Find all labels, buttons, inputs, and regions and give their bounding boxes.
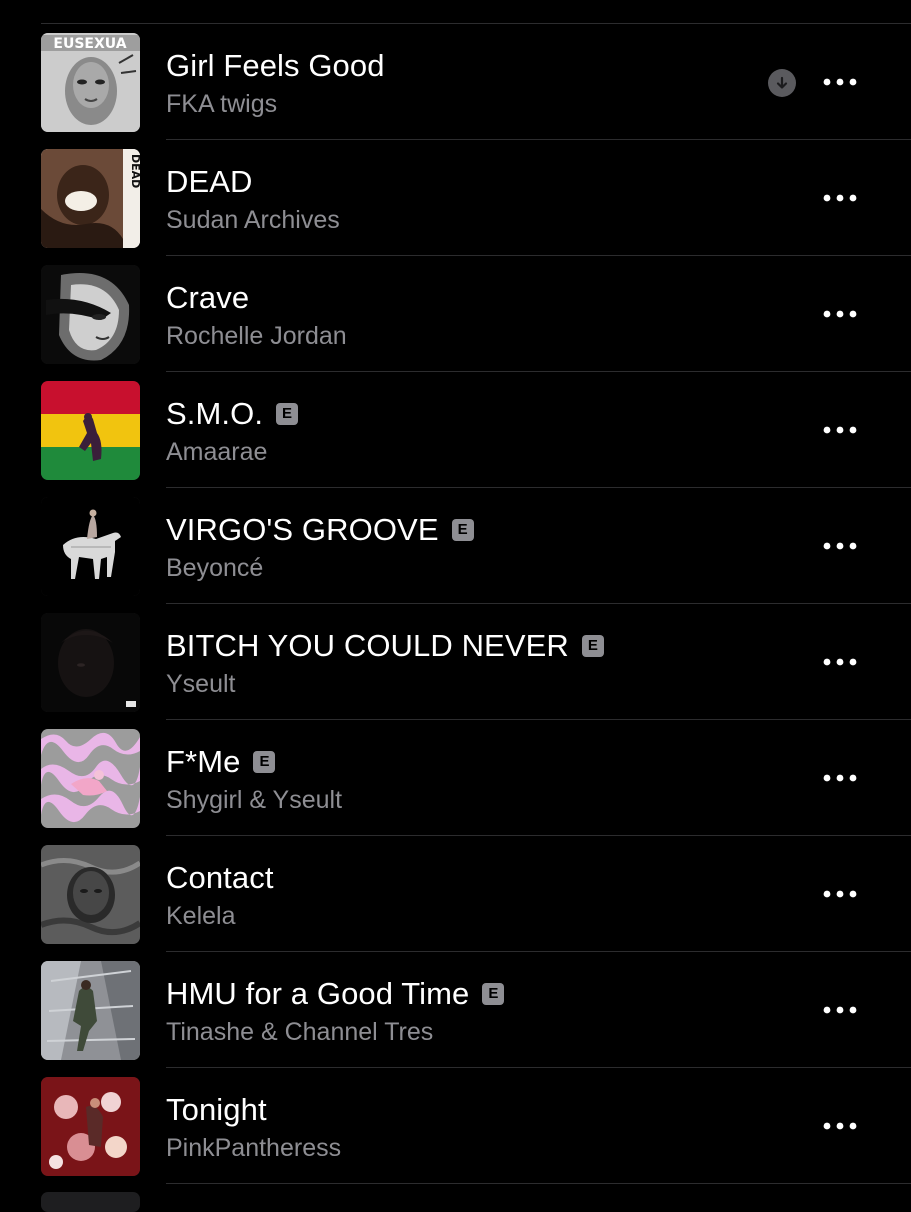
album-artwork xyxy=(41,381,140,480)
track-row[interactable]: Contact Kelela xyxy=(0,836,911,952)
track-row[interactable]: F*Me E Shygirl & Yseult xyxy=(0,720,911,836)
track-artist: Tinashe & Channel Tres xyxy=(166,1018,434,1046)
ellipsis-icon xyxy=(823,542,857,550)
track-title: DEAD xyxy=(166,164,253,199)
ellipsis-icon xyxy=(823,194,857,202)
artwork-logo-text: EUSEXUA xyxy=(53,36,126,52)
title-line: Crave xyxy=(166,280,249,316)
track-row[interactable]: Tonight PinkPantheress xyxy=(0,1068,911,1184)
track-row[interactable]: DEAD DEAD Sudan Archives xyxy=(0,140,911,256)
explicit-badge: E xyxy=(451,519,474,541)
more-options-button[interactable] xyxy=(818,642,862,682)
track-artist: Yseult xyxy=(166,670,236,698)
explicit-badge: E xyxy=(253,751,276,773)
explicit-badge: E xyxy=(482,983,505,1005)
title-line: Contact xyxy=(166,860,274,896)
track-row[interactable]: Crave Rochelle Jordan xyxy=(0,256,911,372)
album-artwork xyxy=(41,845,140,944)
more-options-button[interactable] xyxy=(818,410,862,450)
more-options-button[interactable] xyxy=(818,294,862,334)
track-artist: Rochelle Jordan xyxy=(166,322,347,350)
track-artist: Sudan Archives xyxy=(166,206,340,234)
more-options-button[interactable] xyxy=(818,62,862,102)
ellipsis-icon xyxy=(823,1122,857,1130)
album-artwork xyxy=(41,961,140,1060)
album-artwork xyxy=(41,613,140,712)
track-artist: Shygirl & Yseult xyxy=(166,786,343,814)
track-list: EUSEXUA Girl Feels Good FKA twigs DEAD D… xyxy=(0,24,911,1184)
album-artwork xyxy=(41,1077,140,1176)
track-title: Girl Feels Good xyxy=(166,48,385,83)
downloaded-arrow-icon xyxy=(768,69,796,97)
track-row[interactable]: S.M.O. E Amaarae xyxy=(0,372,911,488)
more-options-button[interactable] xyxy=(818,874,862,914)
more-options-button[interactable] xyxy=(818,178,862,218)
track-title: Tonight xyxy=(166,1092,267,1127)
album-artwork: EUSEXUA xyxy=(41,33,140,132)
more-options-button[interactable] xyxy=(818,990,862,1030)
track-title: Crave xyxy=(166,280,250,315)
track-artist: Amaarae xyxy=(166,438,268,466)
title-line: Tonight xyxy=(166,1092,267,1128)
ellipsis-icon xyxy=(823,426,857,434)
title-line: HMU for a Good Time E xyxy=(166,976,505,1012)
artwork-logo-text: DEAD xyxy=(129,154,140,188)
album-artwork xyxy=(41,265,140,364)
title-line: S.M.O. E xyxy=(166,396,299,432)
album-artwork xyxy=(41,729,140,828)
ellipsis-icon xyxy=(823,1006,857,1014)
title-line: F*Me E xyxy=(166,744,276,780)
track-row[interactable]: EUSEXUA Girl Feels Good FKA twigs xyxy=(0,24,911,140)
album-artwork xyxy=(41,497,140,596)
explicit-badge: E xyxy=(276,403,299,425)
ellipsis-icon xyxy=(823,658,857,666)
track-row[interactable]: VIRGO'S GROOVE E Beyoncé xyxy=(0,488,911,604)
track-title: Contact xyxy=(166,860,274,895)
title-line: VIRGO'S GROOVE E xyxy=(166,512,474,548)
title-line: Girl Feels Good xyxy=(166,48,385,84)
row-divider xyxy=(166,1183,911,1184)
title-line: BITCH YOU COULD NEVER E xyxy=(166,628,604,664)
track-artist: PinkPantheress xyxy=(166,1134,342,1162)
more-options-button[interactable] xyxy=(818,758,862,798)
more-options-button[interactable] xyxy=(818,1106,862,1146)
more-options-button[interactable] xyxy=(818,526,862,566)
track-title: S.M.O. xyxy=(166,396,264,431)
track-artist: Kelela xyxy=(166,902,236,930)
ellipsis-icon xyxy=(823,78,857,86)
track-row[interactable]: BITCH YOU COULD NEVER E Yseult xyxy=(0,604,911,720)
track-title: F*Me xyxy=(166,744,241,779)
track-artist: FKA twigs xyxy=(166,90,278,118)
track-title: VIRGO'S GROOVE xyxy=(166,512,439,547)
title-line: DEAD xyxy=(166,164,253,200)
ellipsis-icon xyxy=(823,310,857,318)
ellipsis-icon xyxy=(823,890,857,898)
track-title: HMU for a Good Time xyxy=(166,976,470,1011)
track-row[interactable]: HMU for a Good Time E Tinashe & Channel … xyxy=(0,952,911,1068)
track-title: BITCH YOU COULD NEVER xyxy=(166,628,569,663)
next-album-artwork xyxy=(41,1192,140,1212)
track-artist: Beyoncé xyxy=(166,554,264,582)
album-artwork: DEAD xyxy=(41,149,140,248)
explicit-badge: E xyxy=(581,635,604,657)
ellipsis-icon xyxy=(823,774,857,782)
